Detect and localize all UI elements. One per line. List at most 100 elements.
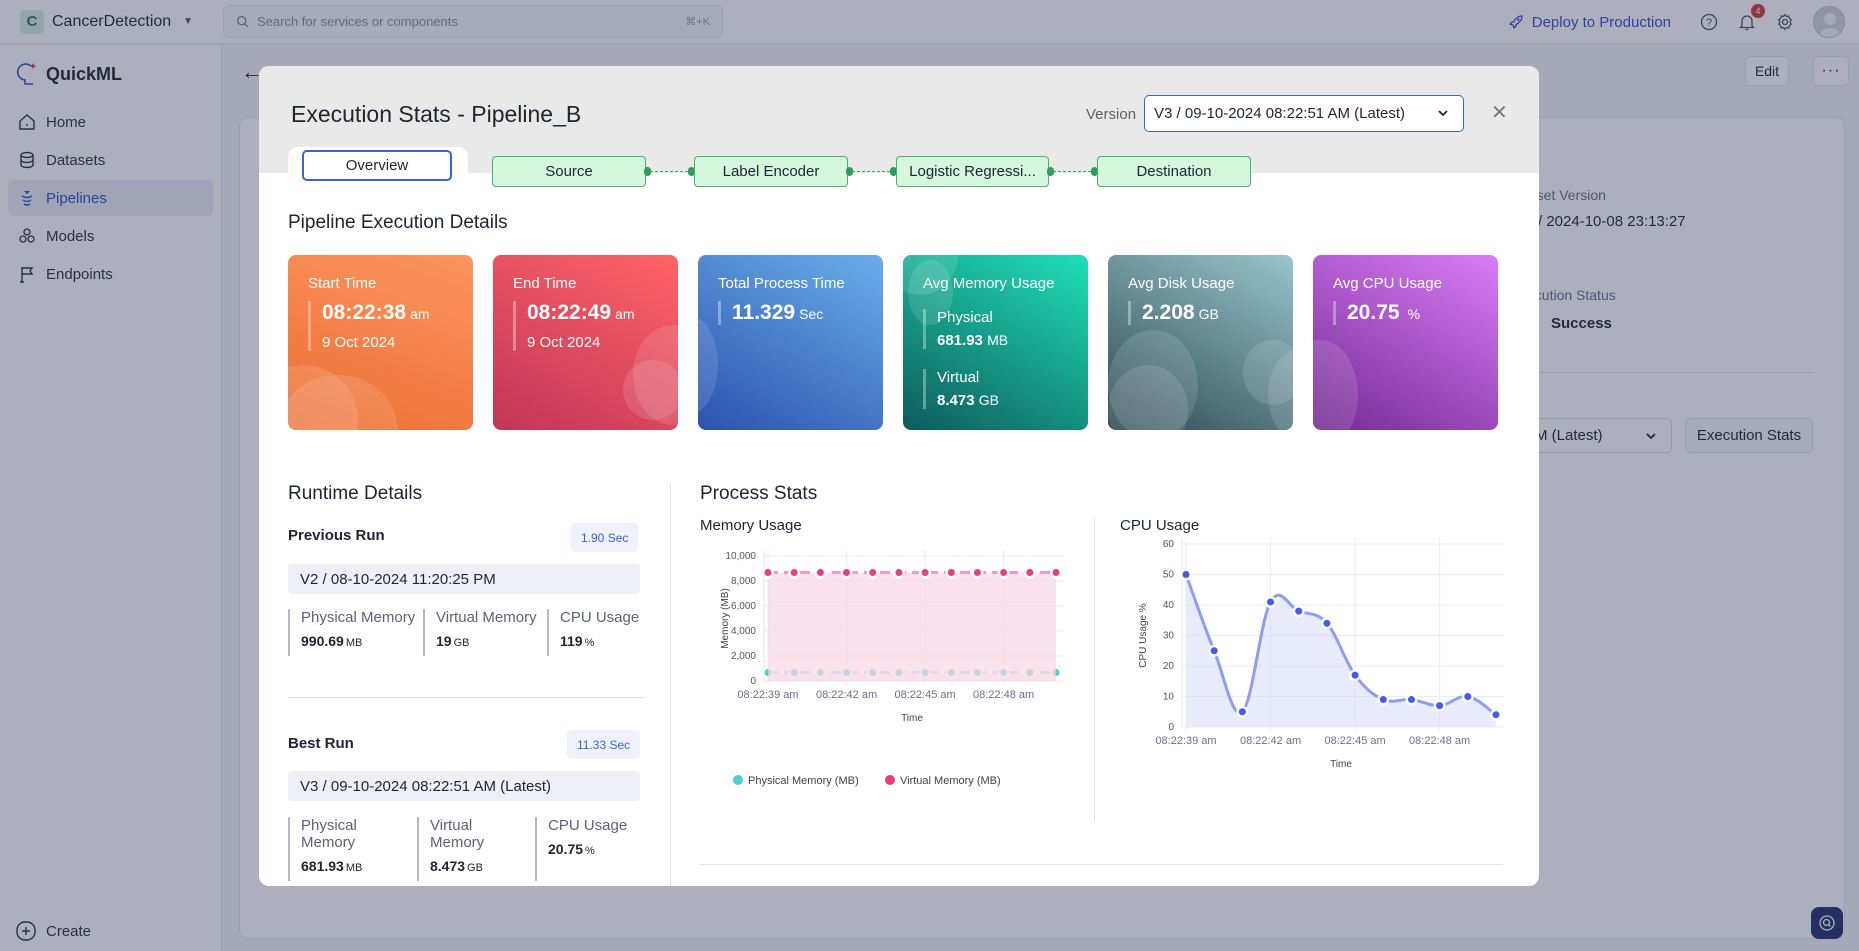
y-tick-label: 60 [1163,539,1175,550]
data-point [1267,598,1275,606]
data-point [1295,607,1303,615]
end-time-ampm: am [615,306,635,322]
y-tick-label: 40 [1163,600,1175,611]
total-time-unit: Sec [799,306,824,322]
end-time-value: 08:22:49 [527,301,612,324]
best-run-duration: 11.33 Sec [567,730,641,759]
y-tick-label: 10 [1163,692,1175,703]
card-value-block: 11.329 Sec [718,301,823,325]
best-run-version: V3 / 09-10-2024 08:22:51 AM (Latest) [288,771,640,801]
y-tick-label: 10,000 [725,551,756,562]
divider [288,697,645,698]
decor-circle [623,360,678,420]
metric-label: Virtual Memory [430,817,485,851]
card-value-block: 2.208 GB [1128,301,1219,325]
metric-unit: MB [345,637,363,649]
x-tick-label: 08:22:45 am [895,689,956,701]
end-time-card: End Time 08:22:49 am 9 Oct 2024 [493,255,678,430]
physical-label: Physical [937,309,993,326]
metric-label: Physical Memory [301,609,416,626]
data-point [1000,569,1008,576]
decor-circle [698,315,718,415]
virtual-unit: GB [978,392,999,408]
tab-node-logistic-regression[interactable]: Logistic Regressi... [896,156,1049,187]
legend-label: Physical Memory (MB) [748,775,859,787]
previous-run-label: Previous Run [288,527,385,544]
chart-title: CPU Usage [1120,517,1199,534]
previous-cpu-usage: CPU Usage 119% [547,609,639,656]
y-tick-label: 20 [1163,661,1175,672]
data-point [1182,571,1190,578]
metric-value: 119 [560,633,583,649]
card-title: End Time [513,275,577,292]
metric-label: CPU Usage [560,609,640,626]
version-select[interactable]: V3 / 09-10-2024 08:22:51 AM (Latest) [1144,95,1464,132]
y-tick-label: 2,000 [731,651,756,662]
tab-overview[interactable]: Overview [302,150,452,181]
tab-node-label-encoder[interactable]: Label Encoder [694,156,848,187]
series-area [768,572,1056,681]
y-tick-label: 50 [1163,570,1175,581]
metric-unit: GB [453,637,470,649]
avg-memory-card: Avg Memory Usage Physical 681.93 MB Virt… [903,255,1088,430]
vertical-divider [1094,517,1095,822]
data-point [973,569,981,576]
process-stats-title: Process Stats [700,483,818,504]
end-date-value: 9 Oct 2024 [527,334,601,351]
start-time-ampm: am [410,306,430,322]
card-value-block: 08:22:49 am 9 Oct 2024 [513,301,635,351]
data-point [895,569,903,576]
start-date-value: 9 Oct 2024 [322,334,396,351]
metric-value: 20.75 [548,841,584,857]
data-point [1407,696,1415,704]
data-point [921,569,929,576]
disk-value: 2.208 [1142,301,1195,324]
total-process-time-card: Total Process Time 11.329 Sec [698,255,883,430]
metric-value: 681.93 [301,858,344,874]
connector-line [1053,171,1091,172]
metric-unit: MB [345,862,363,874]
data-point [1026,569,1034,576]
data-point [764,569,772,576]
cpu-value: 20.75 [1347,301,1400,324]
x-axis-label: Time [901,713,923,724]
data-point [1210,647,1218,655]
x-axis-label: Time [1330,759,1352,770]
best-cpu-usage: CPU Usage 20.75% [535,817,627,881]
metric-unit: % [584,637,595,649]
metric-label: Physical Memory [301,817,357,851]
y-tick-label: 0 [750,676,756,687]
y-axis-label: Memory (MB) [720,588,731,649]
decor-circle [288,375,398,430]
tab-node-source[interactable]: Source [492,156,646,187]
data-point [1351,671,1359,679]
card-title: Start Time [308,275,377,292]
physical-unit: MB [987,332,1009,348]
card-title: Total Process Time [718,275,845,292]
previous-run-version: V2 / 08-10-2024 11:20:25 PM [288,564,640,594]
card-title: Avg CPU Usage [1333,275,1442,292]
data-point [790,569,798,576]
cpu-usage-chart: CPU Usage 0 10 20 30 40 50 60 08:22:39 am 08:22:4… [1120,517,1504,770]
x-tick-label: 08:22:39 am [737,689,798,701]
modal-title: Execution Stats - Pipeline_B [291,101,582,127]
metric-unit: % [585,845,595,857]
x-tick-label: 08:22:48 am [1409,735,1470,747]
metric-value: 8.473 [430,858,466,874]
data-point [1492,711,1500,719]
version-select-value: V3 / 09-10-2024 08:22:51 AM (Latest) [1154,105,1405,122]
data-point [1379,696,1387,704]
pipeline-tabs: Overview Source Label Encoder Logistic R… [259,141,1539,211]
total-time-value: 11.329 [732,301,796,324]
execution-details-title: Pipeline Execution Details [288,212,508,233]
metric-value: 19 [436,633,452,649]
data-point [1238,708,1246,716]
data-point [1323,619,1331,627]
previous-run-duration: 1.90 Sec [571,523,639,552]
tab-node-destination[interactable]: Destination [1097,156,1251,187]
metric-value: 990.69 [301,633,344,649]
close-icon[interactable]: ✕ [1491,100,1508,125]
start-time-card: Start Time 08:22:38 am 9 Oct 2024 [288,255,473,430]
best-run-label: Best Run [288,735,354,752]
cpu-unit: % [1407,306,1421,322]
